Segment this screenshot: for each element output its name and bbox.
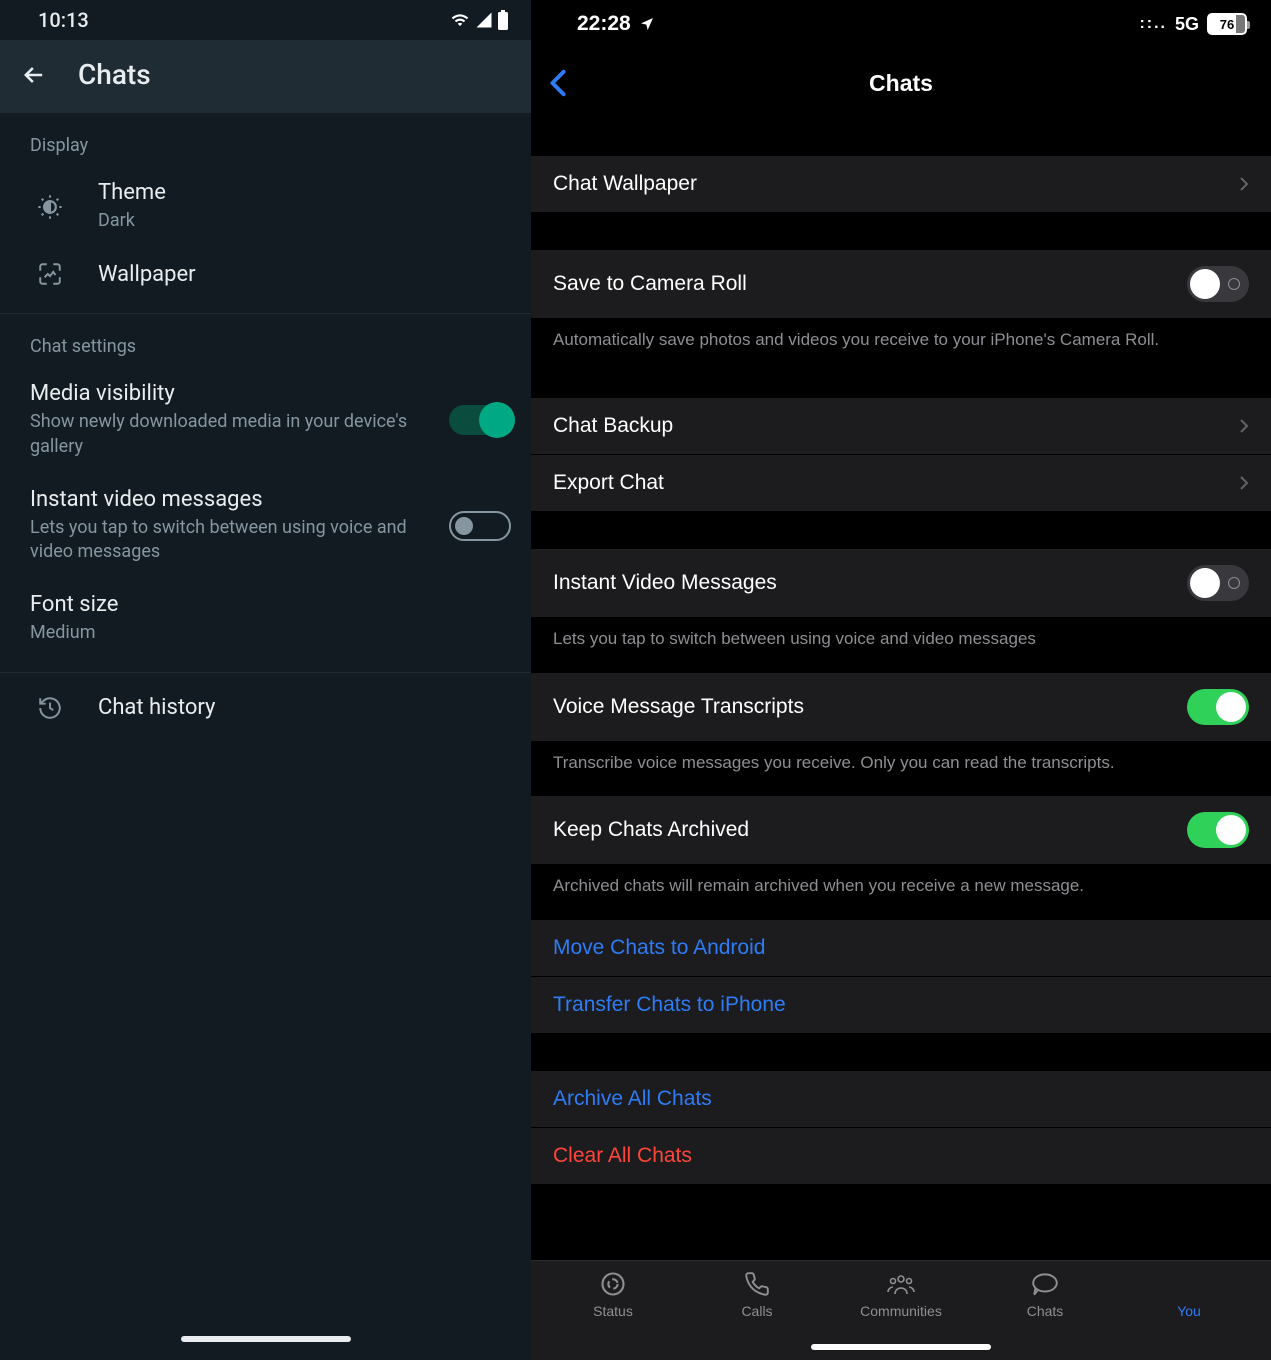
- tab-calls-label: Calls: [741, 1303, 772, 1319]
- save-camera-roll-footer: Automatically save photos and videos you…: [531, 318, 1271, 370]
- voice-transcripts-toggle[interactable]: [1187, 689, 1249, 725]
- export-chat-label: Export Chat: [553, 471, 664, 495]
- move-to-android-label: Move Chats to Android: [553, 936, 765, 960]
- chat-backup-label: Chat Backup: [553, 414, 673, 438]
- section-header-chat-settings: Chat settings: [0, 314, 531, 367]
- chat-history-title: Chat history: [98, 695, 511, 720]
- clear-all-label: Clear All Chats: [553, 1144, 692, 1168]
- theme-row[interactable]: Theme Dark: [0, 166, 531, 247]
- ios-statusbar: 22:28 ::.. 5G 76: [531, 0, 1271, 48]
- keep-archived-footer: Archived chats will remain archived when…: [531, 864, 1271, 916]
- communities-icon: [886, 1269, 916, 1299]
- signal-icon: [475, 11, 493, 29]
- voice-transcripts-footer: Transcribe voice messages you receive. O…: [531, 741, 1271, 793]
- wallpaper-row[interactable]: Wallpaper: [0, 247, 531, 301]
- chevron-right-icon: [1239, 418, 1249, 434]
- chevron-right-icon: [1239, 475, 1249, 491]
- home-handle: [811, 1344, 991, 1350]
- ios-screen: 22:28 ::.. 5G 76 Chats Chat Wallpaper: [531, 0, 1271, 1360]
- theme-title: Theme: [98, 180, 511, 205]
- ios-navbar: Chats: [531, 48, 1271, 118]
- network-label: 5G: [1175, 14, 1199, 35]
- save-camera-roll-toggle[interactable]: [1187, 266, 1249, 302]
- back-icon[interactable]: [549, 69, 567, 97]
- chat-wallpaper-label: Chat Wallpaper: [553, 172, 697, 196]
- save-camera-roll-row[interactable]: Save to Camera Roll: [531, 250, 1271, 318]
- transfer-to-iphone-label: Transfer Chats to iPhone: [553, 993, 786, 1017]
- status-time: 22:28: [577, 12, 631, 36]
- tab-you[interactable]: You: [1117, 1269, 1261, 1360]
- battery-level: 76: [1220, 17, 1234, 32]
- export-chat-row[interactable]: Export Chat: [531, 455, 1271, 511]
- font-size-value: Medium: [30, 621, 511, 645]
- back-icon[interactable]: [20, 61, 48, 89]
- keep-archived-row[interactable]: Keep Chats Archived: [531, 796, 1271, 864]
- status-time: 10:13: [38, 8, 89, 32]
- nav-handle: [181, 1336, 351, 1342]
- font-size-row[interactable]: Font size Medium: [0, 578, 531, 659]
- page-title: Chats: [869, 70, 933, 97]
- move-to-android-row[interactable]: Move Chats to Android: [531, 920, 1271, 977]
- instant-video-footer: Lets you tap to switch between using voi…: [531, 617, 1271, 669]
- instant-video-label: Instant Video Messages: [553, 571, 777, 595]
- wallpaper-icon: [30, 261, 70, 287]
- tab-communities-label: Communities: [860, 1303, 942, 1319]
- chats-icon: [1030, 1269, 1060, 1299]
- instant-video-title: Instant video messages: [30, 487, 421, 512]
- archive-all-label: Archive All Chats: [553, 1087, 712, 1111]
- android-appbar: Chats: [0, 40, 531, 113]
- media-visibility-toggle[interactable]: [449, 405, 511, 435]
- keep-archived-toggle[interactable]: [1187, 812, 1249, 848]
- status-icon: [599, 1269, 627, 1299]
- instant-video-toggle[interactable]: [449, 511, 511, 541]
- theme-value: Dark: [98, 209, 511, 233]
- media-visibility-row[interactable]: Media visibility Show newly downloaded m…: [0, 367, 531, 473]
- section-header-display: Display: [0, 113, 531, 166]
- media-visibility-title: Media visibility: [30, 381, 421, 406]
- instant-video-row[interactable]: Instant video messages Lets you tap to s…: [0, 473, 531, 579]
- transfer-to-iphone-row[interactable]: Transfer Chats to iPhone: [531, 977, 1271, 1033]
- android-statusbar: 10:13: [0, 0, 531, 40]
- media-visibility-sub: Show newly downloaded media in your devi…: [30, 410, 421, 459]
- tab-chats-label: Chats: [1027, 1303, 1064, 1319]
- page-title: Chats: [78, 58, 151, 91]
- clear-all-row[interactable]: Clear All Chats: [531, 1128, 1271, 1184]
- font-size-title: Font size: [30, 592, 511, 617]
- theme-icon: [30, 193, 70, 221]
- tab-status[interactable]: Status: [541, 1269, 685, 1360]
- history-icon: [30, 695, 70, 721]
- android-screen: 10:13 Chats Display Theme Dark: [0, 0, 531, 1360]
- chat-wallpaper-row[interactable]: Chat Wallpaper: [531, 156, 1271, 212]
- instant-video-sub: Lets you tap to switch between using voi…: [30, 516, 421, 565]
- voice-transcripts-row[interactable]: Voice Message Transcripts: [531, 673, 1271, 741]
- voice-transcripts-label: Voice Message Transcripts: [553, 695, 804, 719]
- chevron-right-icon: [1239, 176, 1249, 192]
- wifi-icon: [449, 11, 471, 29]
- archive-all-row[interactable]: Archive All Chats: [531, 1071, 1271, 1128]
- chat-backup-row[interactable]: Chat Backup: [531, 398, 1271, 455]
- tab-chats[interactable]: Chats: [973, 1269, 1117, 1360]
- tab-calls[interactable]: Calls: [685, 1269, 829, 1360]
- keep-archived-label: Keep Chats Archived: [553, 818, 749, 842]
- signal-icon: ::..: [1139, 15, 1167, 33]
- battery-indicator: 76: [1207, 13, 1247, 35]
- tab-you-label: You: [1177, 1303, 1201, 1319]
- battery-icon: [497, 10, 509, 30]
- tab-status-label: Status: [593, 1303, 633, 1319]
- phone-icon: [744, 1269, 770, 1299]
- instant-video-row[interactable]: Instant Video Messages: [531, 549, 1271, 617]
- save-camera-roll-label: Save to Camera Roll: [553, 272, 747, 296]
- instant-video-toggle[interactable]: [1187, 565, 1249, 601]
- location-icon: [639, 16, 655, 32]
- chat-history-row[interactable]: Chat history: [0, 673, 531, 735]
- wallpaper-title: Wallpaper: [98, 262, 511, 287]
